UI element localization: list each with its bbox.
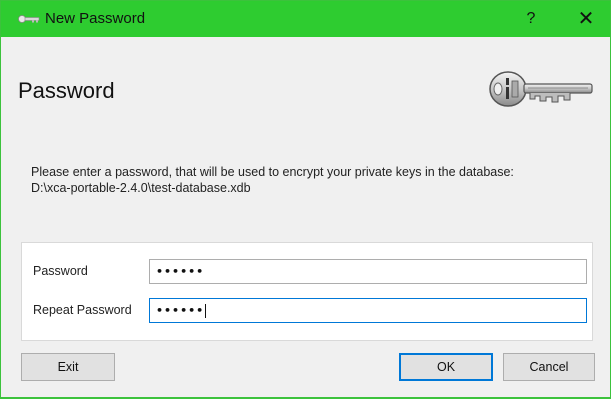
help-button[interactable]: ? [511,1,551,37]
description-text: Please enter a password, that will be us… [31,164,514,196]
title-bar[interactable]: New Password ? ✕ [1,1,610,37]
ok-button[interactable]: OK [399,353,493,381]
repeat-password-label: Repeat Password [33,303,132,317]
app-key-icon [18,15,40,23]
password-form-panel [21,242,593,341]
text-caret [205,304,207,318]
exit-button[interactable]: Exit [21,353,115,381]
password-label: Password [33,264,88,278]
cancel-button[interactable]: Cancel [503,353,595,381]
key-icon [489,71,593,107]
window-title: New Password [45,10,146,27]
database-path: D:\xca-portable-2.4.0\test-database.xdb [31,181,251,195]
repeat-password-input[interactable]: •••••• [149,298,587,323]
close-button[interactable]: ✕ [563,1,609,37]
password-value: •••••• [156,265,205,278]
new-password-dialog: New Password ? ✕ Password Please enter a… [0,0,611,399]
repeat-password-value: •••••• [156,304,205,317]
description-line: Please enter a password, that will be us… [31,165,514,179]
password-input[interactable]: •••••• [149,259,587,284]
page-title: Password [18,78,115,103]
